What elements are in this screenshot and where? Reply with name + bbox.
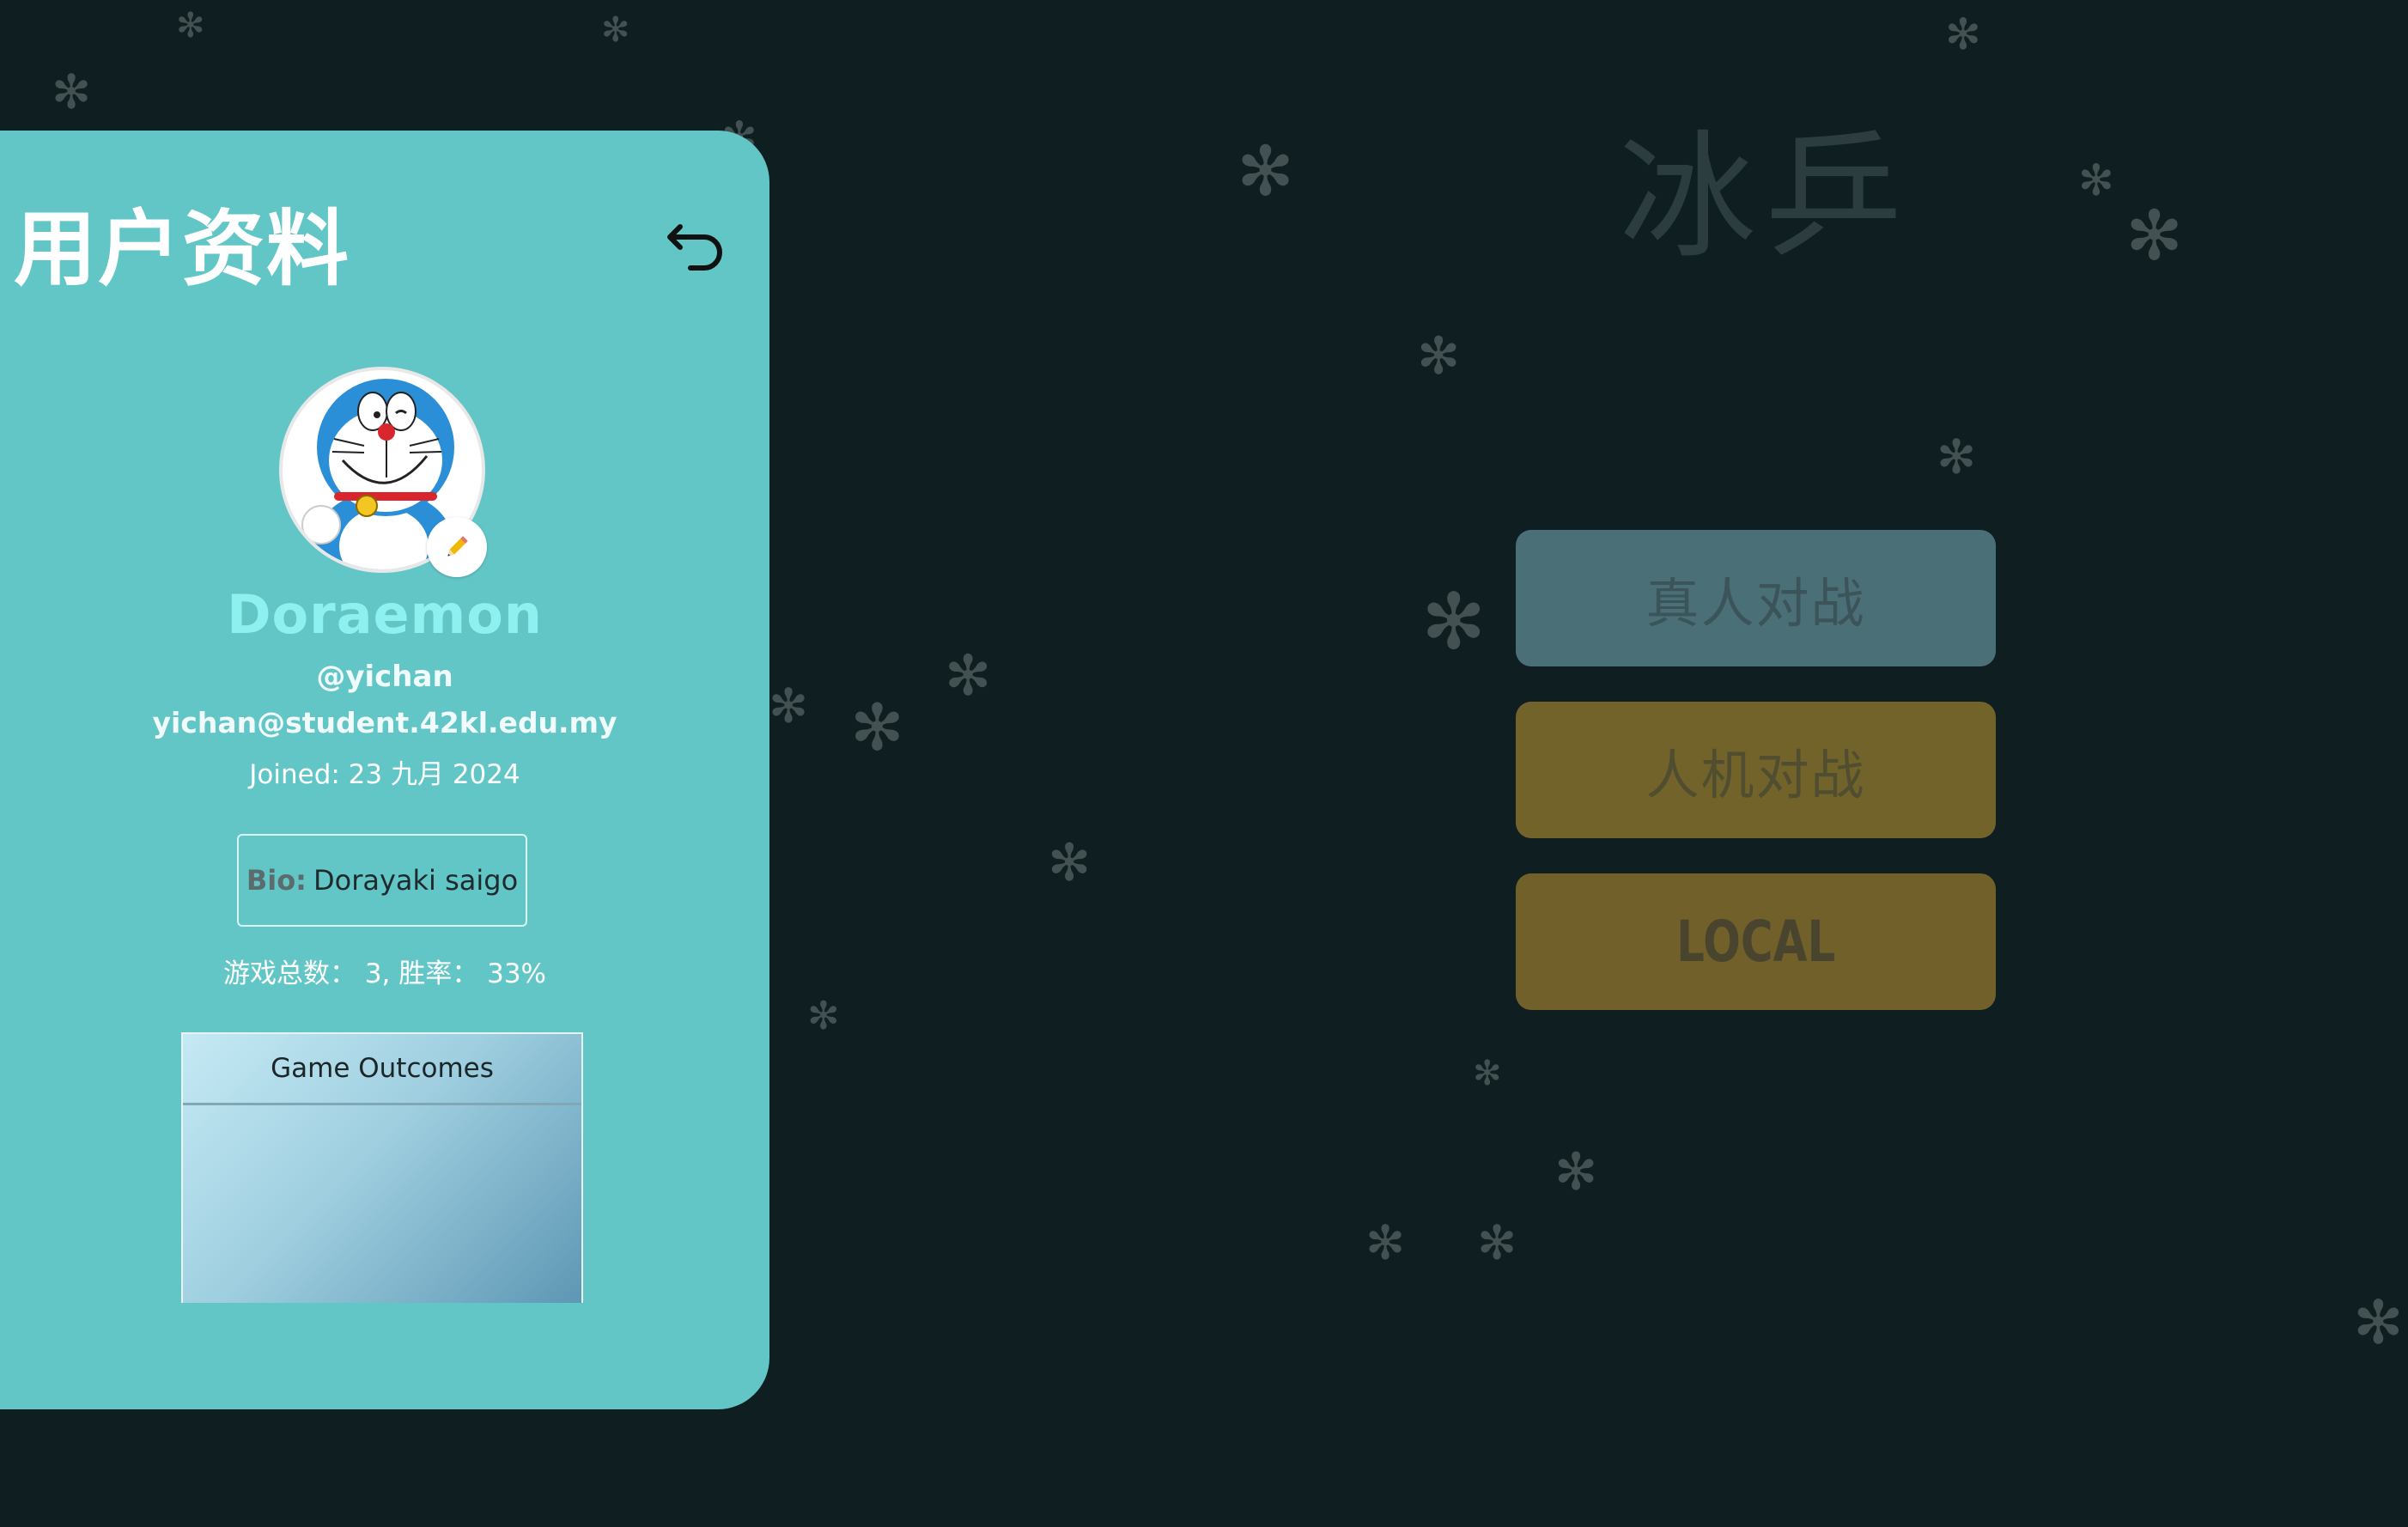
snowflake-icon: ✻ (52, 64, 92, 119)
snowflake-icon: ✻ (1937, 429, 1977, 484)
undo-arrow-icon (667, 224, 722, 271)
local-mode-button[interactable]: LOCAL (1516, 873, 1996, 1010)
game-title: 冰乒 (1619, 117, 1912, 277)
email: yichan@student.42kl.edu.my (152, 706, 617, 739)
game-outcomes-chart: Game Outcomes (181, 1032, 583, 1303)
profile-title: 用户资料 (14, 201, 350, 297)
bio-value: Dorayaki saigo (313, 864, 519, 897)
snowflake-icon: ✻ (945, 644, 992, 709)
snowflake-icon: ✻ (769, 678, 809, 733)
snowflake-icon: ✻ (807, 993, 840, 1038)
display-name: Doraemon (227, 583, 543, 646)
snowflake-icon: ✻ (1048, 833, 1092, 893)
local-mode-label: LOCAL (1675, 909, 1836, 975)
pencil-icon (447, 536, 468, 557)
snowflake-icon: ✻ (1365, 1215, 1406, 1270)
snowflake-icon: ✻ (2353, 1287, 2404, 1358)
snowflake-icon: ✻ (1421, 577, 1487, 667)
avatar-container[interactable] (279, 367, 487, 577)
chart-title: Game Outcomes (183, 1034, 581, 1105)
bio-box[interactable]: Bio: Dorayaki saigo (237, 834, 527, 927)
back-button[interactable] (661, 215, 730, 283)
snowflake-icon: ✻ (601, 10, 630, 50)
snowflake-icon: ✻ (176, 6, 205, 46)
snowflake-icon: ✻ (1237, 131, 1295, 211)
ai-mode-button[interactable]: 人机对战 (1516, 702, 1996, 838)
pvp-mode-button[interactable]: 真人对战 (1516, 530, 1996, 666)
bio-label: Bio: (246, 864, 307, 897)
joined-date: Joined: 23 九月 2024 (249, 759, 520, 790)
app-screen: ✻✻✻✻✻✻✻✻✻✻✻✻✻✻✻✻✻✻✻✻✻ 冰乒 真人对战 人机对战 LOCAL… (0, 0, 2408, 1527)
username: @yichan (316, 660, 453, 694)
profile-panel: 用户资料 Doraemon @yichan yichan@student.42k… (0, 131, 769, 1409)
snowflake-icon: ✻ (2125, 196, 2184, 276)
snowflake-icon: ✻ (1554, 1142, 1598, 1202)
snowflake-icon: ✻ (1945, 9, 1981, 59)
snowflake-icon: ✻ (1473, 1054, 1502, 1093)
snowflake-icon: ✻ (850, 690, 904, 765)
snowflake-icon: ✻ (2078, 155, 2114, 205)
game-stats: 游戏总数： 3, 胜率： 33% (222, 958, 547, 989)
snowflake-icon: ✻ (1417, 326, 1461, 386)
snowflake-icon: ✻ (1477, 1215, 1517, 1270)
edit-avatar-button[interactable] (427, 517, 487, 577)
